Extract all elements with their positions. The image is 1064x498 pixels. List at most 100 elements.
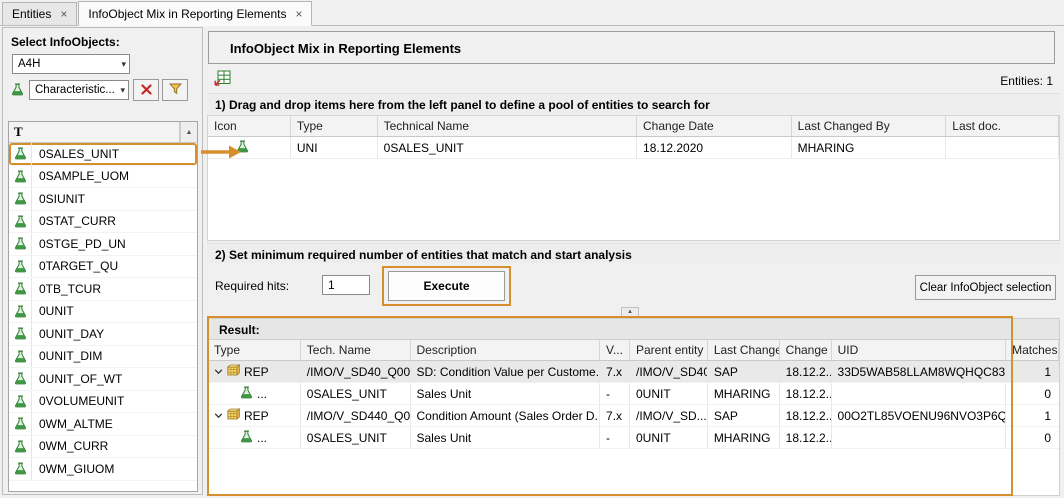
funnel-icon: [169, 83, 182, 98]
required-hits-input[interactable]: [322, 275, 370, 295]
system-select-value: A4H: [18, 58, 40, 70]
result-type: REP: [244, 365, 269, 379]
infoobject-list-item[interactable]: 0UNIT_OF_WT: [9, 368, 197, 391]
infoobject-name: 0STGE_PD_UN: [32, 237, 126, 251]
column-header[interactable]: Matches: [1006, 340, 1059, 360]
infoobject-name: 0WM_GIUOM: [32, 462, 114, 476]
column-header[interactable]: Last Changed By: [792, 116, 947, 136]
infoobject-list-item[interactable]: 0WM_ALTME: [9, 413, 197, 436]
infoobject-list-item[interactable]: 0SIUNIT: [9, 188, 197, 211]
pool-table-row[interactable]: UNI0SALES_UNIT18.12.2020MHARING: [208, 137, 1059, 159]
entities-count: Entities: 1: [1000, 74, 1053, 88]
flask-icon: [9, 211, 32, 233]
tab[interactable]: InfoObject Mix in Reporting Elements×: [78, 1, 312, 26]
result-row[interactable]: ...0SALES_UNITSales Unit-0UNITMHARING18.…: [208, 383, 1059, 405]
page-title: InfoObject Mix in Reporting Elements: [230, 41, 461, 56]
infoobject-name: 0WM_CURR: [32, 439, 108, 453]
column-header[interactable]: V...: [600, 340, 630, 360]
flask-icon: [9, 436, 32, 458]
flask-icon: [9, 143, 32, 165]
tab[interactable]: Entities ×: [2, 2, 77, 25]
infoobject-type-select[interactable]: Characteristic... ▾: [29, 80, 129, 100]
export-to-spreadsheet-icon[interactable]: [214, 70, 232, 87]
execute-button[interactable]: Execute: [388, 271, 505, 301]
result-table-header: TypeTech. NameDescriptionV...Parent enti…: [208, 340, 1059, 361]
flask-icon: [11, 83, 24, 99]
flask-icon: [9, 413, 32, 435]
annotation-arrow: [199, 143, 243, 161]
system-select[interactable]: A4H ▾: [12, 54, 130, 74]
chevron-expanded-icon[interactable]: [214, 411, 223, 420]
infoobject-list-item[interactable]: 0STGE_PD_UN: [9, 233, 197, 256]
infoobject-list-header: T ▲: [9, 122, 197, 143]
column-header[interactable]: Last doc.: [946, 116, 1059, 136]
clear-filter-button[interactable]: [133, 79, 159, 101]
column-header[interactable]: Type: [208, 340, 301, 360]
section2-header: 2) Set minimum required number of entiti…: [207, 243, 1060, 263]
infoobject-name: 0VOLUMEUNIT: [32, 394, 124, 408]
column-header[interactable]: Parent entity: [630, 340, 708, 360]
column-header[interactable]: Change Date: [637, 116, 792, 136]
flask-icon: [9, 458, 32, 480]
infoobject-list-item[interactable]: 0WM_GIUOM: [9, 458, 197, 481]
query-icon: [227, 364, 240, 379]
flask-icon: [9, 323, 32, 345]
chevron-expanded-icon[interactable]: [214, 367, 223, 376]
infoobject-name: 0WM_ALTME: [32, 417, 113, 431]
pool-table-body: UNI0SALES_UNIT18.12.2020MHARING: [208, 137, 1059, 159]
required-hits-label: Required hits:: [215, 279, 289, 293]
infoobject-list-item[interactable]: 0TARGET_QU: [9, 256, 197, 279]
result-row[interactable]: ...0SALES_UNITSales Unit-0UNITMHARING18.…: [208, 427, 1059, 449]
infoobject-list-item[interactable]: 0UNIT_DIM: [9, 346, 197, 369]
infoobject-list-item[interactable]: 0UNIT: [9, 301, 197, 324]
query-icon: [227, 408, 240, 423]
section1-header: 1) Drag and drop items here from the lef…: [207, 93, 1060, 113]
result-type: ...: [257, 431, 267, 445]
infoobject-type-value: Characteristic...: [35, 84, 115, 96]
result-row[interactable]: REP/IMO/V_SD40_Q0001SD: Condition Value …: [208, 361, 1059, 383]
result-title-bar: Result:: [208, 319, 1059, 340]
infoobject-name: 0STAT_CURR: [32, 214, 116, 228]
left-panel-title: Select InfoObjects:: [11, 35, 120, 49]
infoobject-list-item[interactable]: 0STAT_CURR: [9, 211, 197, 234]
infoobject-name: 0SAMPLE_UOM: [32, 169, 129, 183]
infoobject-list-rows: 0SALES_UNIT 0SAMPLE_UOM 0SIUNIT 0STAT_CURR 0…: [9, 143, 197, 481]
pool-table-header: IconTypeTechnical NameChange DateLast Ch…: [208, 116, 1059, 137]
column-header[interactable]: Type: [291, 116, 378, 136]
splitter-scroll-up-button[interactable]: ▲: [621, 307, 639, 317]
infoobject-name: 0UNIT_DAY: [32, 327, 104, 341]
pool-table: IconTypeTechnical NameChange DateLast Ch…: [207, 115, 1060, 241]
result-area: Result: TypeTech. NameDescriptionV...Par…: [207, 318, 1060, 496]
column-header[interactable]: UID: [832, 340, 1007, 360]
infoobject-list-item[interactable]: 0SALES_UNIT: [9, 143, 197, 166]
scroll-up-button[interactable]: ▲: [180, 122, 197, 142]
column-header[interactable]: Change ...: [780, 340, 832, 360]
flask-icon: [9, 391, 32, 413]
flask-icon: [9, 278, 32, 300]
column-header[interactable]: Last Change...: [708, 340, 780, 360]
column-header[interactable]: Icon: [208, 116, 291, 136]
column-header[interactable]: Description: [411, 340, 601, 360]
flask-icon: [240, 430, 253, 446]
infoobject-list-item[interactable]: 0VOLUMEUNIT: [9, 391, 197, 414]
column-header[interactable]: Technical Name: [378, 116, 637, 136]
infoobject-list-item[interactable]: 0UNIT_DAY: [9, 323, 197, 346]
close-icon[interactable]: ×: [60, 9, 67, 19]
infoobject-name: 0SALES_UNIT: [32, 147, 119, 161]
page-title-box: InfoObject Mix in Reporting Elements: [208, 31, 1055, 64]
main-panel: InfoObject Mix in Reporting Elements Ent…: [207, 27, 1063, 496]
infoobject-name: 0TARGET_QU: [32, 259, 118, 273]
tab-label: Entities: [12, 7, 51, 21]
filter-button[interactable]: [162, 79, 188, 101]
close-icon[interactable]: ×: [295, 9, 302, 19]
text-filter-header[interactable]: T: [9, 122, 180, 142]
infoobject-list-item[interactable]: 0SAMPLE_UOM: [9, 166, 197, 189]
infoobject-list-item[interactable]: 0WM_CURR: [9, 436, 197, 459]
column-header[interactable]: Tech. Name: [301, 340, 411, 360]
infoobject-name: 0UNIT: [32, 304, 74, 318]
result-row[interactable]: REP/IMO/V_SD440_Q0001Condition Amount (S…: [208, 405, 1059, 427]
result-type: REP: [244, 409, 269, 423]
infoobject-name: 0UNIT_DIM: [32, 349, 102, 363]
clear-infoobject-selection-button[interactable]: Clear InfoObject selection: [915, 275, 1056, 300]
infoobject-list-item[interactable]: 0TB_TCUR: [9, 278, 197, 301]
